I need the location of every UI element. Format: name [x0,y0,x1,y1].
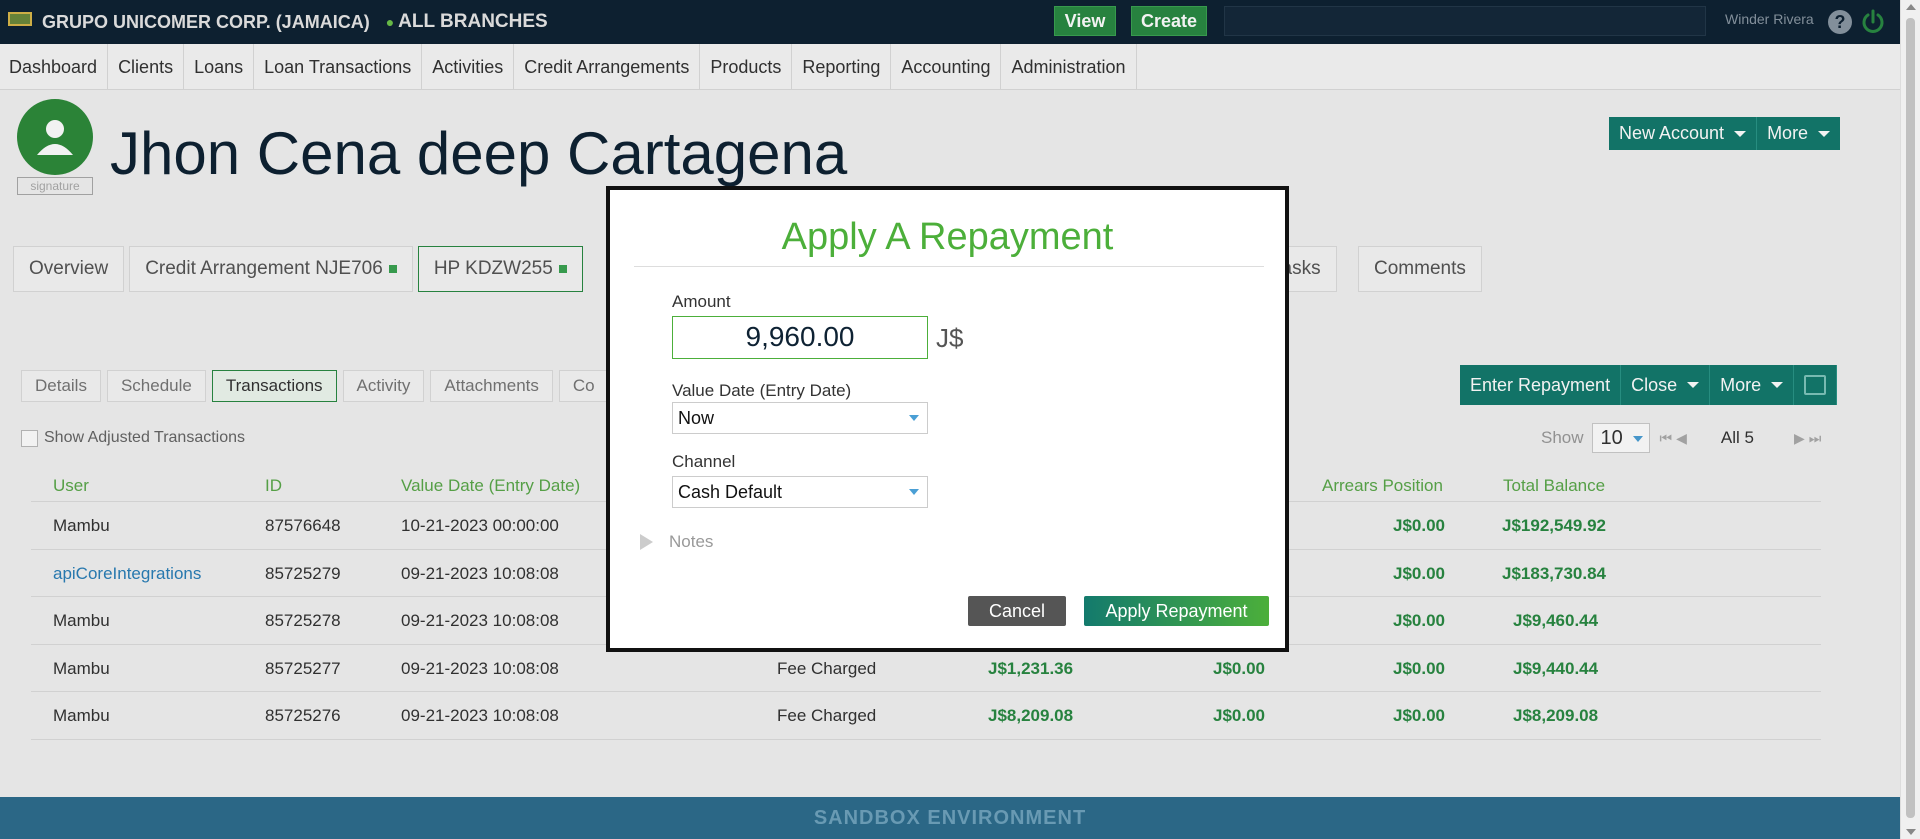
cancel-button[interactable]: Cancel [968,596,1066,626]
channel-label: Channel [672,452,736,471]
notes-label: Notes [669,532,714,551]
value-date-value: Now [678,407,715,428]
channel-value: Cash Default [678,481,783,502]
value-date-select[interactable]: Now [672,402,928,434]
amount-input[interactable]: 9,960.00 [672,316,928,359]
dialog-title: Apply A Repayment [781,216,1114,258]
chevron-down-icon [909,415,919,421]
apply-repayment-button[interactable]: Apply Repayment [1084,596,1269,626]
amount-label: Amount [672,292,731,311]
scroll-down-icon[interactable] [1906,829,1916,835]
scrollbar-thumb[interactable] [1906,18,1915,818]
dialog-divider [634,266,1264,267]
scroll-up-icon[interactable] [1906,4,1916,10]
apply-repayment-dialog: Apply A Repayment Amount 9,960.00 J$ Val… [606,186,1289,652]
value-date-label: Value Date (Entry Date) [672,381,852,400]
page-scrollbar[interactable] [1900,0,1920,839]
chevron-down-icon [909,489,919,495]
channel-select[interactable]: Cash Default [672,476,928,508]
notes-toggle[interactable]: Notes [640,532,713,552]
expand-triangle-icon [640,534,653,550]
currency-label: J$ [936,323,964,353]
